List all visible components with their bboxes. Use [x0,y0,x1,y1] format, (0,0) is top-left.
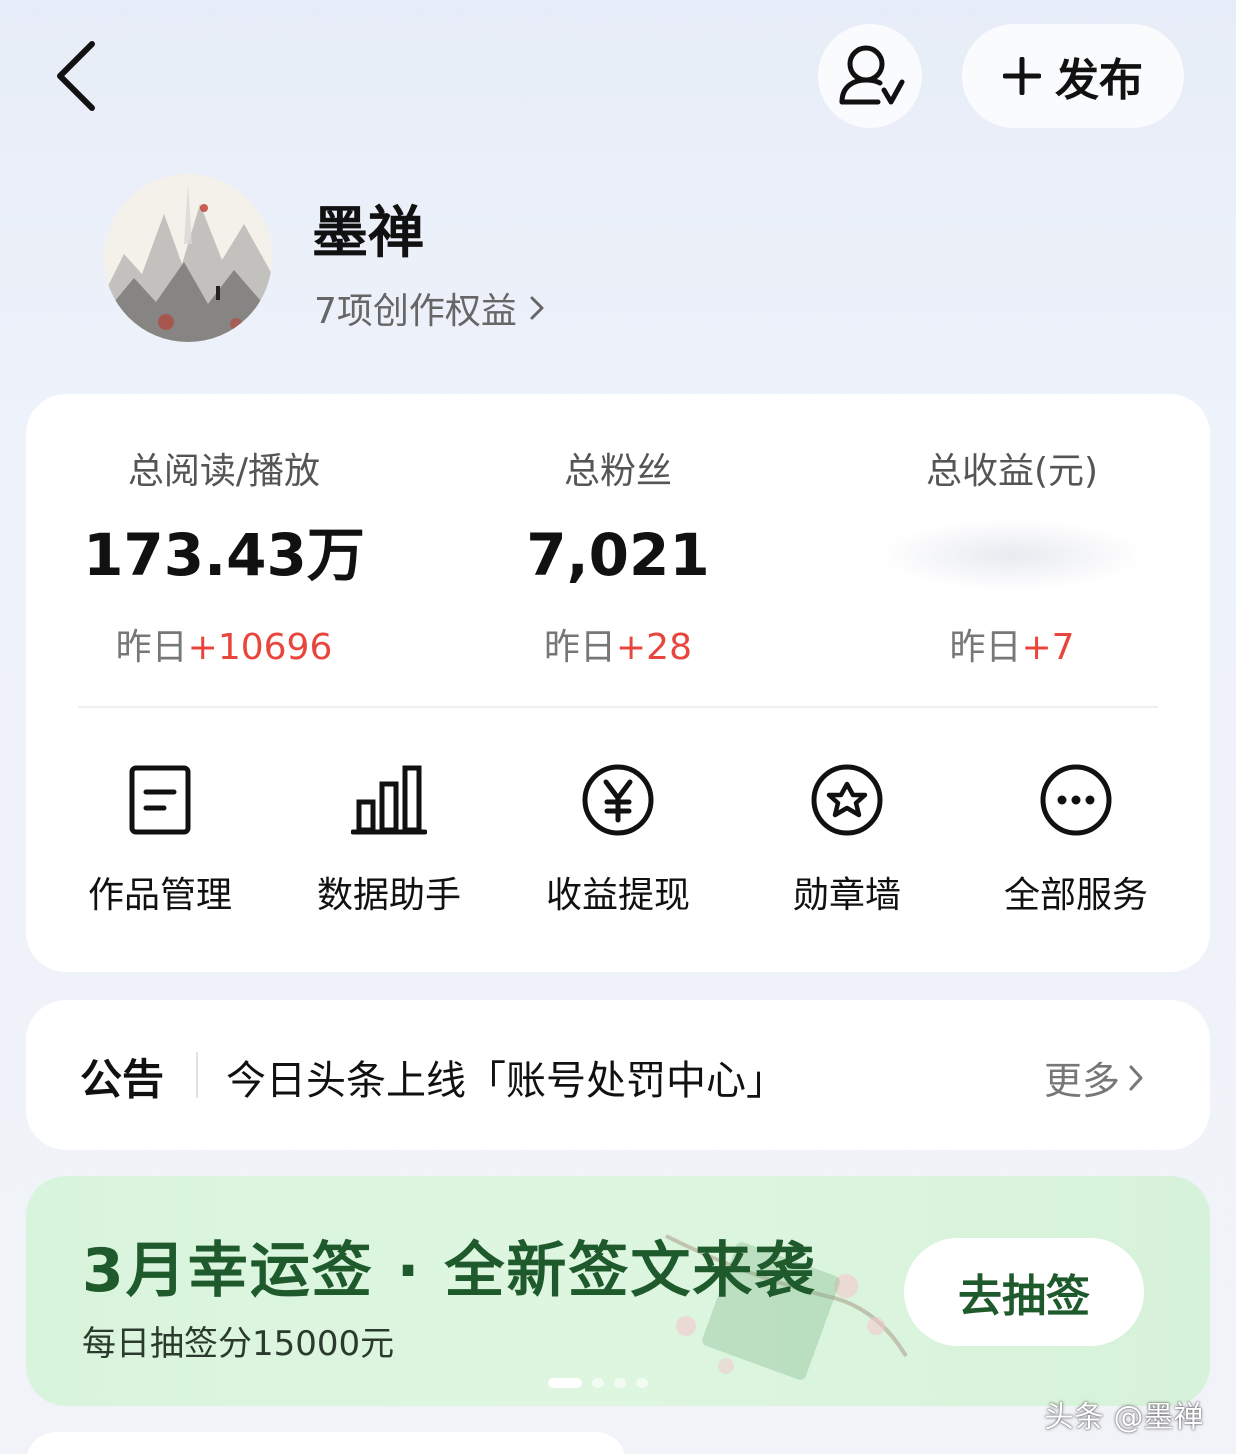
service-badge-wall[interactable]: 勋章墙 [747,762,947,918]
stat-value: 173.43万 [83,521,365,589]
notice-more-link[interactable]: 更多 [1044,1050,1146,1105]
stat-delta: 昨日+7 [949,627,1075,668]
next-card-peek [26,1432,626,1454]
notice-text[interactable]: 今日头条上线「账号处罚中心」 [226,1048,786,1106]
stat-delta: 昨日+10696 [115,627,333,668]
publish-button[interactable]: 发布 [962,24,1184,128]
divider [78,706,1158,708]
chevron-left-icon [57,41,95,111]
service-label: 全部服务 [1003,875,1148,916]
service-label: 收益提现 [545,875,690,916]
plus-icon [1003,57,1041,95]
chevron-right-icon [530,296,544,320]
banner-subtitle: 每日抽签分15000元 [82,1324,395,1364]
service-earnings-withdraw[interactable]: 收益提现 [518,762,718,918]
avatar[interactable] [104,174,272,342]
yen-icon [582,764,654,836]
stat-label: 总粉丝 [563,451,672,492]
avatar-landscape-image [104,174,272,342]
carousel-dot [636,1378,648,1388]
creator-verify-button[interactable] [818,24,922,128]
watermark: 头条 @墨禅 [1044,1400,1204,1435]
service-label: 勋章墙 [792,875,901,916]
stat-total-earnings[interactable]: 总收益(元) 昨日+7 [842,448,1182,670]
carousel-indicator [548,1378,648,1388]
notice-title: 公告 [80,1055,165,1104]
notice-separator [196,1052,198,1098]
bar-chart-icon [351,765,427,835]
service-label: 作品管理 [87,875,232,916]
username: 墨禅 [312,201,424,266]
publish-label: 发布 [1055,55,1143,106]
stat-total-reads[interactable]: 总阅读/播放 173.43万 昨日+10696 [54,448,394,670]
service-all[interactable]: 全部服务 [976,762,1176,918]
user-check-icon [839,45,905,105]
service-label: 数据助手 [316,875,461,916]
notice-more-label: 更多 [1044,1059,1121,1103]
draw-lot-button[interactable]: 去抽签 [904,1238,1144,1346]
more-icon [1040,764,1112,836]
creator-rights-label: 7项创作权益 [314,291,517,332]
stat-delta: 昨日+28 [544,627,692,668]
stat-value: 7,021 [526,521,710,589]
stat-total-fans[interactable]: 总粉丝 7,021 昨日+28 [448,448,788,670]
service-data-assistant[interactable]: 数据助手 [289,762,489,918]
chevron-right-icon [1129,1065,1143,1090]
carousel-dot [592,1378,604,1388]
back-button[interactable] [50,38,110,114]
banner-title: 3月幸运签 · 全新签文来袭 [82,1236,817,1306]
carousel-dot [614,1378,626,1388]
document-icon [129,765,191,835]
carousel-dot-active [548,1378,582,1388]
service-works-management[interactable]: 作品管理 [60,762,260,918]
creator-rights-link[interactable]: 7项创作权益 [314,282,547,334]
stat-label: 总阅读/播放 [127,451,321,492]
stat-value-hidden [882,520,1142,590]
badge-star-icon [811,764,883,836]
stat-label: 总收益(元) [925,451,1099,492]
